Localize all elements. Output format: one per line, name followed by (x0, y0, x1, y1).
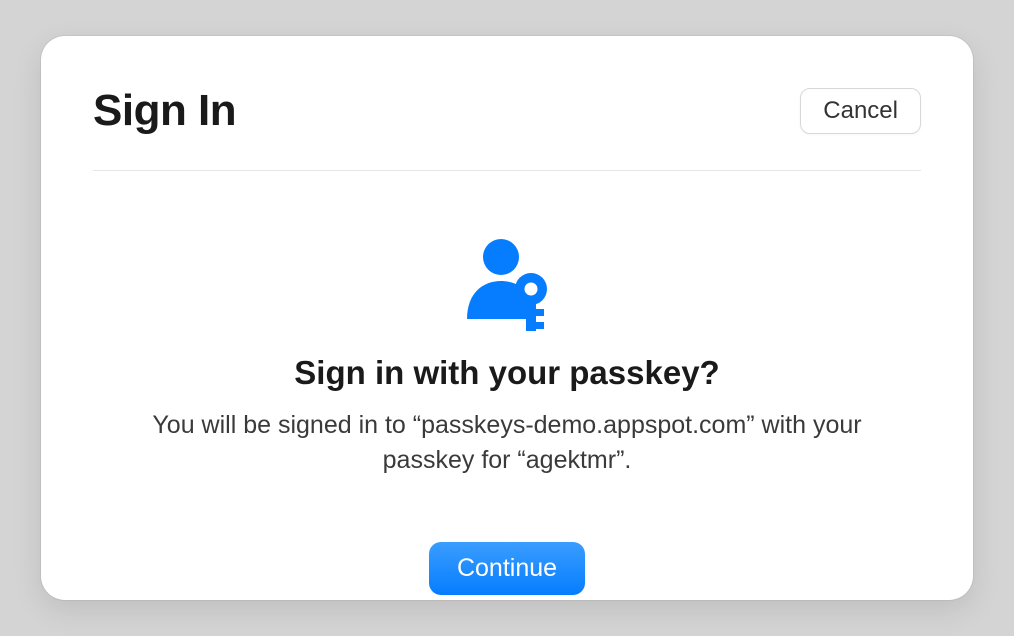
cancel-button[interactable]: Cancel (800, 88, 921, 134)
continue-button[interactable]: Continue (429, 542, 585, 595)
sign-in-dialog: Sign In Cancel Sign in with your passkey… (41, 36, 973, 600)
prompt-description: You will be signed in to “passkeys-demo.… (127, 408, 887, 478)
dialog-title: Sign In (93, 86, 236, 136)
dialog-header: Sign In Cancel (93, 86, 921, 171)
passkey-icon (453, 227, 561, 340)
dialog-content: Sign in with your passkey? You will be s… (93, 171, 921, 595)
prompt-heading: Sign in with your passkey? (294, 354, 719, 392)
